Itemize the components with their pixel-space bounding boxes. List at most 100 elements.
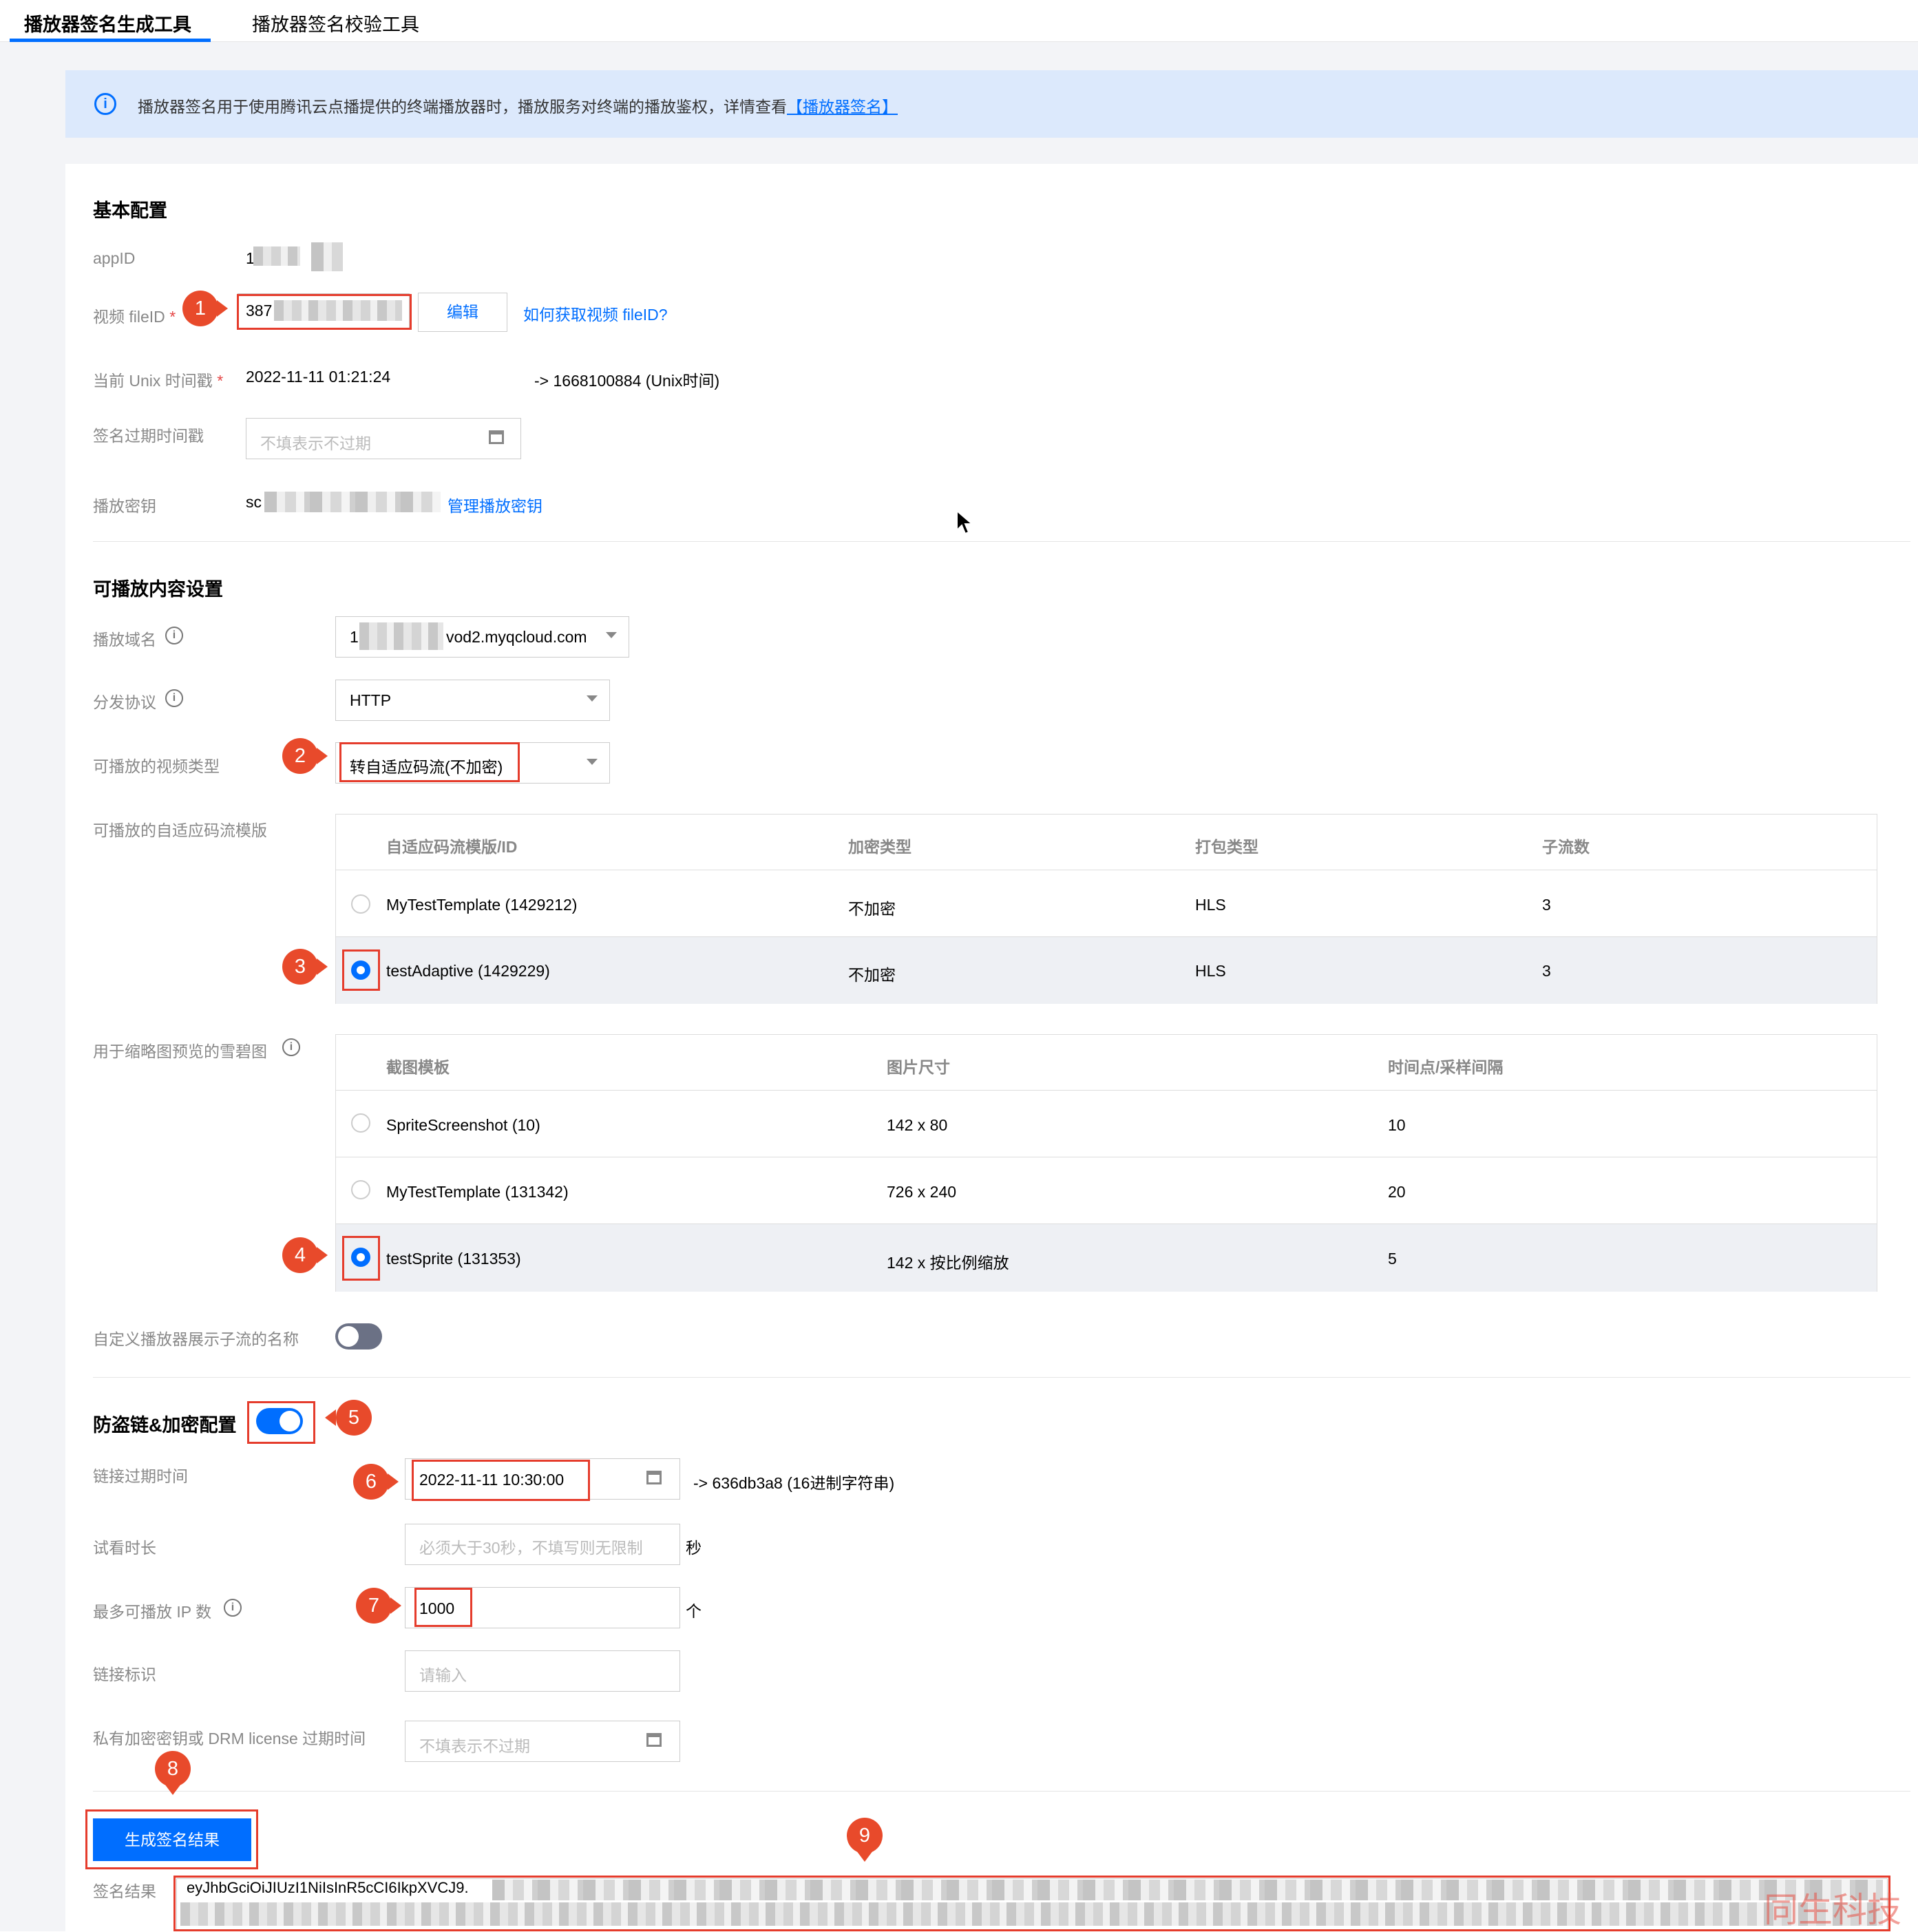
chevron-down-icon <box>587 759 598 765</box>
unix-time-label: 当前 Unix 时间戳 * <box>93 372 224 390</box>
table-row[interactable] <box>336 1091 1877 1157</box>
tab-signature-verifier[interactable]: 播放器签名校验工具 <box>252 10 419 36</box>
badge-pointer <box>856 1851 873 1862</box>
table-header: 截图模板 <box>386 1058 450 1076</box>
annotation-badge-5: 5 <box>336 1400 372 1436</box>
domain-label: 播放域名 <box>93 631 156 649</box>
link-id-label: 链接标识 <box>93 1666 156 1683</box>
fileid-help-link[interactable]: 如何获取视频 fileID? <box>523 302 668 325</box>
annotation-box-3 <box>342 949 380 991</box>
trial-duration-placeholder: 必须大于30秒，不填写则无限制 <box>419 1539 643 1557</box>
template-encryption: 不加密 <box>848 966 896 984</box>
sprite-size: 726 x 240 <box>887 1183 957 1201</box>
template-stream-count: 3 <box>1542 896 1551 914</box>
badge-pointer <box>317 958 328 975</box>
table-row-selected[interactable] <box>336 936 1877 1004</box>
toggle-knob <box>338 1326 359 1347</box>
link-expire-label: 链接过期时间 <box>93 1467 188 1485</box>
link-expire-hex: -> 636db3a8 (16进制字符串) <box>693 1474 895 1492</box>
info-circle-icon: i <box>224 1599 242 1617</box>
annotation-box-2 <box>339 742 520 782</box>
template-packaging: HLS <box>1195 896 1226 914</box>
protocol-label: 分发协议 <box>93 693 156 711</box>
annotation-badge-6: 6 <box>353 1464 389 1500</box>
link-id-placeholder: 请输入 <box>419 1666 467 1684</box>
unix-time-value: 2022-11-11 01:21:24 <box>246 368 391 386</box>
table-header: 子流数 <box>1542 838 1590 856</box>
edit-button[interactable]: 编辑 <box>418 293 507 332</box>
trial-duration-unit: 秒 <box>686 1539 702 1557</box>
badge-pointer <box>317 748 328 764</box>
annotation-badge-4: 4 <box>282 1237 318 1273</box>
annotation-badge-1: 1 <box>182 291 218 326</box>
trial-duration-label: 试看时长 <box>93 1539 156 1557</box>
section-title-content: 可播放内容设置 <box>93 579 223 600</box>
appid-redacted <box>311 242 343 271</box>
table-header: 加密类型 <box>848 838 911 856</box>
badge-pointer <box>390 1597 401 1614</box>
sprite-interval: 10 <box>1388 1116 1406 1134</box>
result-label: 签名结果 <box>93 1882 156 1900</box>
mouse-cursor-icon <box>956 510 973 535</box>
sprite-name: MyTestTemplate (131342) <box>386 1183 569 1201</box>
annotation-box-4 <box>342 1236 380 1281</box>
sprite-label: 用于缩略图预览的雪碧图 <box>93 1042 267 1060</box>
play-key-label: 播放密钥 <box>93 497 156 515</box>
sprite-name: testSprite (131353) <box>386 1250 521 1268</box>
drm-expire-placeholder: 不填表示不过期 <box>419 1737 530 1755</box>
badge-pointer <box>217 300 228 317</box>
tab-signature-generator[interactable]: 播放器签名生成工具 <box>24 10 191 36</box>
calendar-icon[interactable] <box>489 430 504 444</box>
annotation-badge-2: 2 <box>282 738 318 774</box>
annotation-badge-9: 9 <box>847 1818 883 1854</box>
calendar-icon[interactable] <box>646 1733 662 1747</box>
info-circle-icon: i <box>165 689 183 707</box>
custom-stream-name-label: 自定义播放器展示子流的名称 <box>93 1330 299 1348</box>
badge-pointer <box>325 1409 336 1426</box>
max-ip-label: 最多可播放 IP 数 <box>93 1603 212 1621</box>
radio-button[interactable] <box>351 1113 370 1133</box>
annotation-box-6 <box>412 1460 590 1501</box>
table-header: 图片尺寸 <box>887 1058 950 1076</box>
badge-pointer <box>317 1247 328 1263</box>
template-name: MyTestTemplate (1429212) <box>386 896 578 914</box>
divider <box>93 541 1910 542</box>
max-ip-unit: 个 <box>686 1602 702 1620</box>
info-circle-icon: i <box>282 1038 300 1056</box>
sprite-size: 142 x 按比例缩放 <box>887 1254 1009 1272</box>
domain-value: vod2.myqcloud.com <box>446 628 587 646</box>
annotation-box-5 <box>247 1401 315 1444</box>
appid-label: appID <box>93 249 136 267</box>
annotation-box-8 <box>85 1809 258 1869</box>
video-type-label: 可播放的视频类型 <box>93 757 220 775</box>
domain-redacted <box>359 622 443 650</box>
drm-expire-label: 私有加密密钥或 DRM license 过期时间 <box>93 1730 366 1747</box>
banner-doc-link[interactable]: 【播放器签名】 <box>787 98 898 116</box>
adaptive-template-label: 可播放的自适应码流模版 <box>93 821 267 839</box>
radio-button[interactable] <box>351 894 370 914</box>
divider <box>93 1791 1910 1792</box>
annotation-box-9 <box>173 1876 1890 1931</box>
annotation-badge-8: 8 <box>155 1751 191 1787</box>
annotation-badge-3: 3 <box>282 949 318 985</box>
section-title-basic: 基本配置 <box>93 200 167 221</box>
calendar-icon[interactable] <box>646 1471 662 1484</box>
table-header: 自适应码流模版/ID <box>386 838 518 856</box>
chevron-down-icon <box>587 695 598 702</box>
watermark-logo: 同生科技 <box>1764 1891 1901 1929</box>
section-title-security: 防盗链&加密配置 <box>93 1415 237 1436</box>
template-packaging: HLS <box>1195 962 1226 980</box>
radio-button[interactable] <box>351 1180 370 1199</box>
banner-text: 播放器签名用于使用腾讯云点播提供的终端播放器时，播放服务对终端的播放鉴权，详情查… <box>138 98 898 116</box>
play-key-value: sc <box>246 493 262 511</box>
custom-stream-name-toggle[interactable] <box>335 1323 382 1350</box>
info-circle-icon: i <box>165 627 183 644</box>
sprite-interval: 20 <box>1388 1183 1406 1201</box>
table-row-selected[interactable] <box>336 1224 1877 1292</box>
manage-key-link[interactable]: 管理播放密钥 <box>447 493 542 516</box>
protocol-value: HTTP <box>350 691 392 709</box>
template-encryption: 不加密 <box>848 900 896 918</box>
sign-expire-placeholder: 不填表示不过期 <box>260 434 371 452</box>
info-icon: i <box>94 93 116 115</box>
sprite-name: SpriteScreenshot (10) <box>386 1116 540 1134</box>
